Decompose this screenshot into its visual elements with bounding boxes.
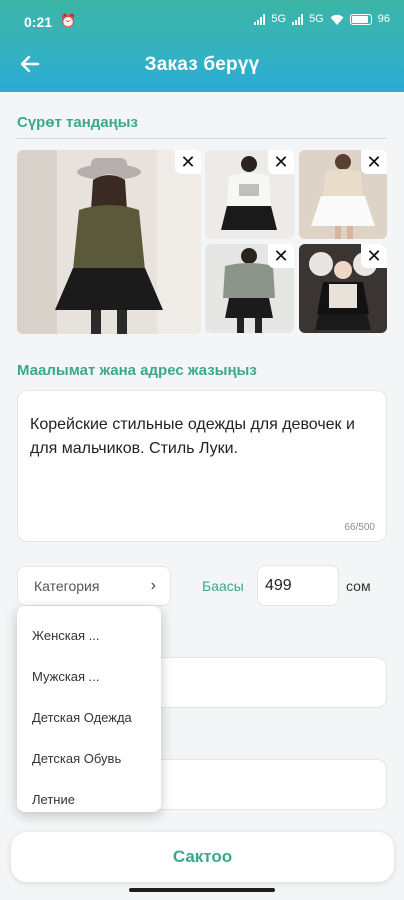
status-time: 0:21 — [24, 14, 53, 30]
photo-5[interactable]: ✕ — [299, 244, 387, 333]
dropdown-option-summer[interactable]: Летние — [17, 780, 161, 812]
section-divider — [17, 138, 387, 139]
battery-icon — [349, 13, 372, 25]
remove-photo-4-button[interactable]: ✕ — [268, 244, 294, 268]
remove-photo-5-button[interactable]: ✕ — [361, 244, 387, 268]
save-button[interactable]: Сактоо — [11, 832, 394, 882]
photo-4[interactable]: ✕ — [205, 244, 294, 333]
price-label: Баасы — [202, 578, 244, 594]
char-count: 66/500 — [344, 522, 375, 533]
photo-3[interactable]: ✕ — [299, 150, 387, 239]
details-section-label: Маалымат жана адрес жазыңыз — [17, 362, 257, 379]
remove-photo-3-button[interactable]: ✕ — [361, 150, 387, 174]
currency-unit: сом — [346, 578, 371, 594]
home-indicator[interactable] — [129, 888, 275, 892]
category-label: Категория — [34, 578, 100, 594]
status-bar: 0:21 ⏰ 5G 5G 96 — [0, 0, 404, 40]
app-header: 0:21 ⏰ 5G 5G 96 Заказ берүү — [0, 0, 404, 92]
status-indicators: 5G 5G 96 — [254, 13, 390, 25]
wifi-icon — [330, 14, 344, 25]
battery-level: 96 — [377, 13, 390, 25]
category-dropdown: Женская ... Мужская ... Детская Одежда Д… — [17, 606, 161, 812]
chevron-right-icon: › — [150, 577, 156, 594]
photo-2[interactable]: ✕ — [205, 150, 294, 239]
alarm-icon: ⏰ — [60, 13, 77, 28]
signal-icon — [254, 13, 266, 25]
remove-photo-2-button[interactable]: ✕ — [268, 150, 294, 174]
dropdown-option-womens[interactable]: Женская ... — [17, 616, 161, 654]
description-text: Корейские стильные одежды для девочек и … — [30, 416, 355, 457]
description-textarea[interactable]: Корейские стильные одежды для девочек и … — [17, 390, 387, 542]
network-label-1: 5G — [271, 13, 287, 25]
network-label-2: 5G — [309, 13, 324, 25]
dropdown-option-kids-shoes[interactable]: Детская Обувь — [17, 739, 161, 777]
page-title: Заказ берүү — [144, 54, 260, 75]
dropdown-option-mens[interactable]: Мужская ... — [17, 657, 161, 695]
dropdown-option-kids-clothing[interactable]: Детская Одежда — [17, 698, 161, 736]
photos-section-label: Сүрөт тандаңыз — [17, 114, 138, 131]
signal-icon-2 — [292, 13, 304, 25]
photo-1-image — [17, 150, 201, 334]
category-select-button[interactable]: Категория › — [17, 566, 171, 606]
remove-photo-1-button[interactable]: ✕ — [175, 150, 201, 174]
price-input[interactable]: 499 — [257, 565, 339, 606]
photo-1[interactable]: ✕ — [17, 150, 201, 334]
